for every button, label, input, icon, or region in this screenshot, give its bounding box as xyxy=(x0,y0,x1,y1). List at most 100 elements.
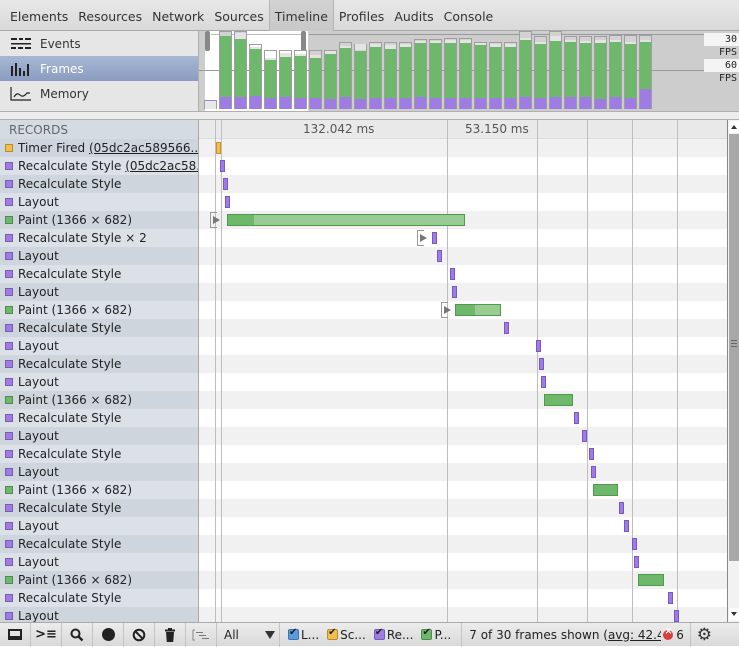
garbage-collect-button[interactable] xyxy=(155,622,186,647)
frame-bar[interactable] xyxy=(369,31,382,111)
dock-button[interactable] xyxy=(0,622,31,647)
frame-bar[interactable] xyxy=(429,31,442,111)
expand-triangle-icon[interactable] xyxy=(213,216,220,224)
record-row[interactable]: Recalculate Style xyxy=(0,355,198,373)
record-row[interactable]: Timer Fired (05dc2ac589566... xyxy=(0,139,198,157)
filter-checkbox[interactable] xyxy=(288,627,299,640)
record-row[interactable]: Layout xyxy=(0,607,198,622)
record-bar-painting[interactable] xyxy=(544,394,573,406)
tab-console[interactable]: Console xyxy=(439,0,499,31)
tab-sources[interactable]: Sources xyxy=(209,0,268,31)
record-source-link[interactable]: (05dc2ac589566... xyxy=(89,141,198,155)
filter-checkbox[interactable] xyxy=(327,627,339,640)
error-count[interactable]: 6 xyxy=(663,626,684,642)
record-bar-scripting[interactable] xyxy=(216,142,221,154)
search-button[interactable] xyxy=(62,622,93,647)
frame-bar[interactable] xyxy=(579,31,592,111)
record-bar-rendering[interactable] xyxy=(223,178,228,190)
record-bar-rendering[interactable] xyxy=(589,448,594,460)
filter-checkbox[interactable] xyxy=(421,627,433,640)
filter-scripting[interactable]: Sc... xyxy=(327,627,366,642)
frame-bar[interactable] xyxy=(594,31,607,111)
frame-bar[interactable] xyxy=(219,31,232,111)
record-bar-rendering[interactable] xyxy=(437,250,442,262)
overview-splitter[interactable] xyxy=(0,111,739,120)
frame-bar[interactable] xyxy=(264,31,277,111)
filter-rendering[interactable]: Re... xyxy=(373,627,413,642)
console-drawer-button[interactable]: >≡ xyxy=(31,622,62,647)
frame-bar[interactable] xyxy=(609,31,622,111)
frame-bar[interactable] xyxy=(384,31,397,111)
record-row[interactable]: Layout xyxy=(0,247,198,265)
frame-bar[interactable] xyxy=(324,31,337,111)
frame-bar[interactable] xyxy=(294,31,307,111)
record-row[interactable]: Layout xyxy=(0,373,198,391)
record-bar-rendering[interactable] xyxy=(674,610,679,622)
frame-bar[interactable] xyxy=(399,31,412,111)
record-row[interactable]: Paint (1366 × 682) xyxy=(0,391,198,409)
record-bar-painting[interactable] xyxy=(227,214,465,226)
record-row[interactable]: Layout xyxy=(0,337,198,355)
frame-bar[interactable] xyxy=(489,31,502,111)
settings-button[interactable]: ⚙ xyxy=(689,622,718,647)
frame-bar[interactable] xyxy=(549,31,562,111)
frame-bar[interactable] xyxy=(534,31,547,111)
record-row[interactable]: Recalculate Style xyxy=(0,319,198,337)
record-row[interactable]: Recalculate Style (05dc2ac58... xyxy=(0,157,198,175)
filter-painting[interactable]: P... xyxy=(421,627,451,642)
tab-resources[interactable]: Resources xyxy=(73,0,147,31)
frame-bar[interactable] xyxy=(639,31,652,111)
record-row[interactable]: Paint (1366 × 682) xyxy=(0,571,198,589)
record-bar-painting[interactable] xyxy=(638,574,664,586)
frame-bar[interactable] xyxy=(279,31,292,111)
record-row[interactable]: Paint (1366 × 682) xyxy=(0,211,198,229)
average-frame-link[interactable]: avg: 42.462 ms xyxy=(608,628,661,642)
record-bar-rendering[interactable] xyxy=(634,556,639,568)
record-row[interactable]: Recalculate Style xyxy=(0,175,198,193)
record-row[interactable]: Layout xyxy=(0,517,198,535)
records-scrollbar[interactable] xyxy=(727,120,739,622)
record-bar-rendering[interactable] xyxy=(582,430,587,442)
glue-records-button[interactable] xyxy=(186,622,217,647)
record-bar-rendering[interactable] xyxy=(220,160,225,172)
record-row[interactable]: Layout xyxy=(0,427,198,445)
expand-triangle-icon[interactable] xyxy=(420,234,427,242)
tab-audits[interactable]: Audits xyxy=(389,0,438,31)
record-row[interactable]: Layout xyxy=(0,553,198,571)
record-bar-painting[interactable] xyxy=(593,484,618,496)
record-filter-select[interactable]: All xyxy=(217,622,280,647)
record-bar-rendering[interactable] xyxy=(541,376,546,388)
record-row[interactable]: Recalculate Style xyxy=(0,445,198,463)
frame-bar[interactable] xyxy=(309,31,322,111)
frame-bar[interactable] xyxy=(564,31,577,111)
frame-bar[interactable] xyxy=(414,31,427,111)
frame-bar[interactable] xyxy=(474,31,487,111)
frame-bar[interactable] xyxy=(204,31,217,111)
record-bar-rendering[interactable] xyxy=(450,268,455,280)
filter-checkbox[interactable] xyxy=(373,627,385,640)
mode-memory[interactable]: Memory xyxy=(0,81,198,106)
frame-bar[interactable] xyxy=(504,31,517,111)
record-bar-rendering[interactable] xyxy=(452,286,457,298)
record-row[interactable]: Paint (1366 × 682) xyxy=(0,481,198,499)
record-button[interactable] xyxy=(93,622,124,647)
clear-button[interactable] xyxy=(124,622,155,647)
record-bar-rendering[interactable] xyxy=(632,538,637,550)
record-row[interactable]: Layout xyxy=(0,463,198,481)
frame-bar[interactable] xyxy=(519,31,532,111)
record-row[interactable]: Recalculate Style xyxy=(0,589,198,607)
tab-network[interactable]: Network xyxy=(147,0,209,31)
record-row[interactable]: Layout xyxy=(0,193,198,211)
record-bar-rendering[interactable] xyxy=(536,340,541,352)
record-row[interactable]: Layout xyxy=(0,283,198,301)
scroll-thumb[interactable] xyxy=(729,134,739,561)
frame-bar[interactable] xyxy=(624,31,637,111)
frame-bar[interactable] xyxy=(354,31,367,111)
record-row[interactable]: Paint (1366 × 682) xyxy=(0,301,198,319)
record-bar-rendering[interactable] xyxy=(504,322,509,334)
scroll-down-button[interactable] xyxy=(729,608,739,620)
record-bar-rendering[interactable] xyxy=(225,196,230,208)
record-row[interactable]: Recalculate Style xyxy=(0,409,198,427)
record-source-link[interactable]: (05dc2ac58... xyxy=(125,159,198,173)
record-bar-rendering[interactable] xyxy=(619,502,624,514)
